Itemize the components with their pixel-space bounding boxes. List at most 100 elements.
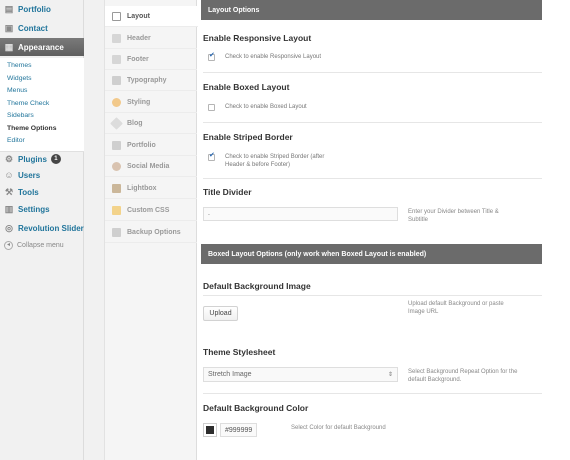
nav-item-label: Typography [127,76,167,84]
submenu-item-editor[interactable]: Editor [0,135,84,148]
content-area: Layout Header Footer Typography Styling … [84,0,570,460]
upload-button[interactable]: Upload [203,306,238,321]
title-divider-help-line-1: Enter your Divider between Title & [408,209,499,215]
stylesheet-help: Select Background Repeat Option for the … [408,368,517,384]
nav-item-custom-css[interactable]: Custom CSS [105,200,197,221]
nav-item-label: Custom CSS [127,206,170,214]
portfolio-icon: ▤ [4,3,14,14]
options-nav: Layout Header Footer Typography Styling … [105,0,198,460]
striped-border-label-line-1: Check to enable Striped Border (after [225,154,325,160]
appearance-icon: ▦ [4,41,14,52]
boxed-layout-label: Check to enable Boxed Layout [225,104,307,110]
title-divider-help-line-2: Subtitle [408,217,429,223]
nav-item-label: Footer [127,55,149,63]
background-repeat-select[interactable]: Stretch Image ⇕ [203,367,398,382]
responsive-layout-checkbox[interactable] [208,52,215,61]
color-picker-swatch[interactable] [203,423,217,437]
menu-item-users[interactable]: ☺ Users [0,166,84,184]
styling-icon [112,97,121,107]
menu-item-appearance[interactable]: ▦ Appearance [0,38,91,56]
collapse-menu-button[interactable]: ◂ Collapse menu [4,241,64,250]
select-arrows-icon: ⇕ [387,372,393,378]
menu-item-revolution-slider[interactable]: ◎ Revolution Slider [0,219,84,237]
backup-options-icon [112,227,121,237]
blog-icon [110,116,123,130]
background-repeat-value: Stretch Image [208,371,252,378]
submenu-item-theme-options[interactable]: Theme Options [0,123,84,136]
contact-icon: ▣ [4,22,14,33]
admin-menu: ▤ Portfolio ▣ Contact ▦ Appearance Theme… [0,0,91,460]
submenu-item-widgets[interactable]: Widgets [0,73,84,86]
nav-item-label: Header [127,34,151,42]
nav-item-label: Portfolio [127,141,156,149]
menu-item-settings[interactable]: ▥ Settings [0,200,84,218]
custom-css-icon [112,205,121,215]
nav-item-label: Layout [127,12,150,20]
title-divider-input[interactable]: . [203,207,398,221]
stylesheet-help-line-1: Select Background Repeat Option for the [408,369,518,375]
responsive-layout-label: Check to enable Responsive Layout [225,54,322,60]
submenu-item-menus[interactable]: Menus [0,85,84,98]
divider [203,122,542,123]
submenu-item-themes[interactable]: Themes [0,60,84,73]
responsive-layout-title: Enable Responsive Layout [203,33,312,43]
bg-image-help: Upload default Background or paste Image… [408,300,504,316]
striped-border-label-line-2: Header & before Footer) [225,162,291,168]
menu-item-contact[interactable]: ▣ Contact [0,19,84,37]
nav-item-typography[interactable]: Typography [105,70,197,91]
divider [203,295,542,296]
striped-border-checkbox[interactable] [208,152,215,161]
responsive-layout-option: Check to enable Responsive Layout [208,52,322,61]
theme-stylesheet-title: Theme Stylesheet [203,347,276,357]
bg-color-help: Select Color for default Background [291,425,386,431]
bg-color-title: Default Background Color [203,403,309,413]
divider [203,393,542,394]
nav-item-styling[interactable]: Styling [105,92,197,113]
nav-item-layout[interactable]: Layout [105,6,198,27]
layout-options-header: Layout Options [201,0,542,20]
nav-item-label: Social Media [127,162,170,170]
nav-item-backup-options[interactable]: Backup Options [105,222,197,243]
nav-item-header[interactable]: Header [105,28,197,49]
nav-item-footer[interactable]: Footer [105,49,197,70]
lightbox-icon [112,183,121,193]
nav-item-label: Styling [127,98,151,106]
bg-image-help-line-1: Upload default Background or paste [408,301,504,307]
menu-item-label: Contact [18,23,48,33]
bg-image-help-line-2: Image URL [408,309,439,315]
submenu-item-sidebars[interactable]: Sidebars [0,110,84,123]
nav-item-lightbox[interactable]: Lightbox [105,178,197,199]
update-count-badge: 1 [50,154,61,164]
striped-border-option: Check to enable Striped Border (after He… [208,152,325,169]
striped-border-title: Enable Striped Border [203,132,293,142]
boxed-layout-checkbox[interactable] [208,104,215,111]
divider [203,178,542,179]
title-divider-help: Enter your Divider between Title & Subti… [408,208,499,224]
nav-item-blog[interactable]: Blog [105,113,197,134]
menu-item-portfolio[interactable]: ▤ Portfolio [0,0,84,18]
submenu-item-theme-check[interactable]: Theme Check [0,98,84,111]
header-icon [112,33,121,43]
swatch-fill [206,426,214,434]
bg-image-title: Default Background Image [203,281,311,291]
boxed-options-header: Boxed Layout Options (only work when Box… [201,244,542,264]
collapse-menu-label: Collapse menu [17,242,64,249]
revolution-slider-icon: ◎ [5,222,13,233]
appearance-submenu: Themes Widgets Menus Theme Check Sidebar… [0,58,84,152]
settings-icon: ▥ [4,203,14,214]
menu-item-tools[interactable]: ⚒ Tools [0,183,84,201]
nav-item-portfolio[interactable]: Portfolio [105,135,197,156]
theme-options-panel: Layout Header Footer Typography Styling … [104,0,570,460]
stylesheet-help-line-2: default Background. [408,377,462,383]
bg-color-input[interactable]: #999999 [220,423,258,437]
nav-item-label: Backup Options [127,228,181,236]
boxed-layout-title: Enable Boxed Layout [203,82,290,92]
nav-item-label: Lightbox [127,184,157,192]
nav-item-social-media[interactable]: Social Media [105,156,197,177]
divider [203,72,542,73]
menu-item-label: Users [18,170,41,180]
layout-icon [112,11,121,21]
menu-item-label: Tools [18,187,39,197]
typography-icon [112,75,121,85]
menu-item-label: Plugins [18,154,47,164]
